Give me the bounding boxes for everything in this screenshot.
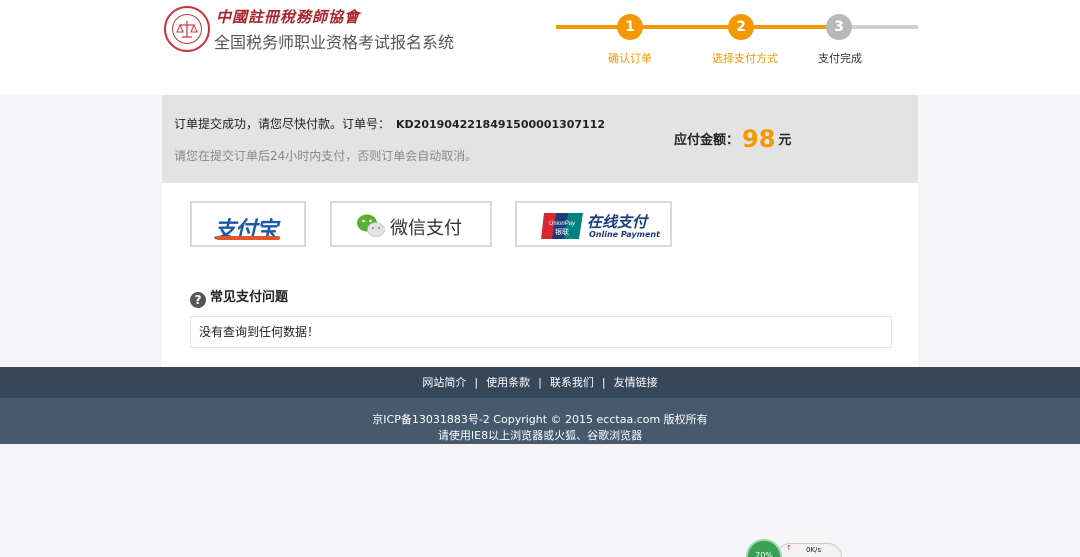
unionpay-cn-text: 银联 <box>555 227 569 236</box>
faq-title: 常见支付问题 <box>210 290 289 305</box>
footer-info: 京ICP备13031883号-2 Copyright © 2015 ecctaa… <box>0 398 1080 444</box>
order-number: KD2019042218491500001307112 <box>396 118 606 131</box>
upload-arrow-icon: ↑ <box>786 544 792 552</box>
footer-browser-tip: 请使用IE8以上浏览器或火狐、谷歌浏览器 <box>437 429 643 442</box>
amount-due: 应付金额： 98 元 <box>674 125 791 153</box>
system-title: 全国税务师职业资格考试报名系统 <box>214 33 455 52</box>
step-line-1 <box>556 25 742 29</box>
page-header: 中國註冊稅務師協會 全国税务师职业资格考试报名系统 1 2 3 确认订单 选择支… <box>0 0 1080 95</box>
footer-separator: | <box>601 376 606 389</box>
amount-unit: 元 <box>778 133 792 148</box>
footer-link-contact[interactable]: 联系我们 <box>550 376 594 389</box>
unionpay-online-label: 在线支付 <box>587 213 648 231</box>
wechat-icon <box>356 213 386 243</box>
org-name: 中國註冊稅務師協會 <box>216 8 361 26</box>
footer-link-friends[interactable]: 友情链接 <box>614 376 658 389</box>
speed-value: 0K/s <box>806 546 822 554</box>
wechat-pay-label: 微信支付 <box>390 218 462 239</box>
faq-list: 没有查询到任何数据！ <box>190 316 892 348</box>
unionpay-brand-text: UnionPay <box>549 221 576 227</box>
progress-steps: 1 2 3 确认订单 选择支付方式 支付完成 <box>556 10 918 70</box>
amount-value: 98 <box>742 125 776 153</box>
order-success-line: 订单提交成功，请您尽快付款。订单号： KD20190422184915000013… <box>174 115 605 132</box>
footer-separator: | <box>474 376 479 389</box>
order-success-message: 订单提交成功，请您尽快付款。订单号： <box>174 117 391 131</box>
unionpay-online-sublabel: Online Payment <box>589 230 660 239</box>
order-notice: 请您在提交订单后24小时内支付，否则订单会自动取消。 <box>174 149 478 163</box>
step-2-label: 选择支付方式 <box>712 52 778 65</box>
alipay-button[interactable]: 支付宝 <box>190 201 306 247</box>
network-speed-widget[interactable]: 70% ↑ 0K/s <box>746 537 846 557</box>
payment-panel: 支付宝 微信支付 UnionPay 银联 在线支付 Online Payment… <box>162 183 918 367</box>
unionpay-logo-icon: UnionPay 银联 <box>541 213 583 243</box>
step-2-circle: 2 <box>728 14 754 40</box>
footer-nav: 网站简介 | 使用条款 | 联系我们 | 友情链接 <box>0 367 1080 398</box>
footer-link-about[interactable]: 网站简介 <box>422 376 466 389</box>
step-1-label: 确认订单 <box>608 52 652 65</box>
footer-separator: | <box>538 376 542 389</box>
step-line-2 <box>742 25 838 29</box>
faq-heading: ? 常见支付问题 <box>190 286 288 308</box>
step-3-label: 支付完成 <box>818 52 862 65</box>
memory-percent: 70% <box>746 539 782 557</box>
alipay-swoosh-icon <box>216 236 280 240</box>
amount-label: 应付金额： <box>674 133 740 148</box>
footer-link-terms[interactable]: 使用条款 <box>486 376 530 389</box>
step-3-circle: 3 <box>826 14 852 40</box>
unionpay-online-button[interactable]: UnionPay 银联 在线支付 Online Payment <box>515 201 672 247</box>
question-icon: ? <box>190 292 206 308</box>
footer-copyright: 京ICP备13031883号-2 Copyright © 2015 ecctaa… <box>372 413 708 426</box>
wechat-pay-button[interactable]: 微信支付 <box>330 201 492 247</box>
order-summary: 订单提交成功，请您尽快付款。订单号： KD20190422184915000013… <box>162 95 918 183</box>
org-seal-logo <box>164 6 210 52</box>
step-1-circle: 1 <box>617 14 643 40</box>
